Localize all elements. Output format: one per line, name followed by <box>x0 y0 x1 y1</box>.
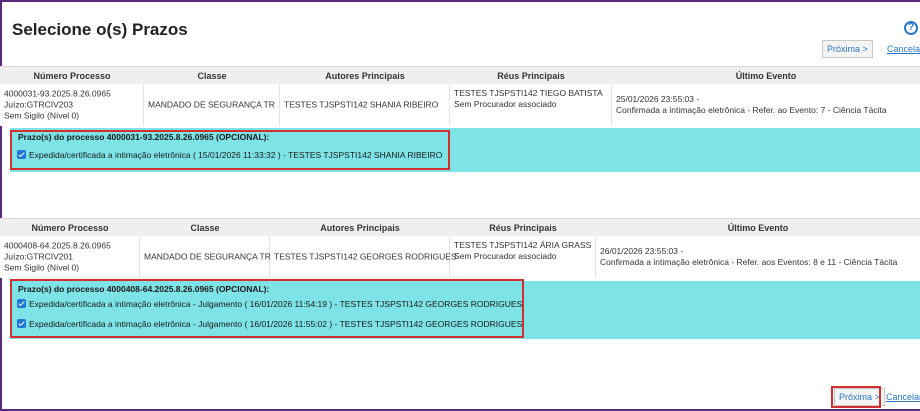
prazo-option-label: Expedida/certificada a intimação eletrôn… <box>29 299 523 309</box>
col-header-reus: Réus Principais <box>497 71 565 81</box>
prazo-option[interactable]: Expedida/certificada a intimação eletrôn… <box>17 150 442 164</box>
sigilo: Sem Sigilo (Nível 0) <box>4 262 80 273</box>
prazo-title: Prazo(s) do processo 4000408-64.2025.8.2… <box>18 284 270 294</box>
col-header-classe: Classe <box>197 71 227 81</box>
col-header-numero: Número Processo <box>31 223 109 233</box>
sigilo: Sem Sigilo (Nível 0) <box>4 110 80 121</box>
evento-descricao: Confirmada a intimação eletrônica - Refe… <box>616 105 887 115</box>
numero-processo-cell: 4000031-93.2025.8.26.0965 Juízo:GTRCIV20… <box>4 89 139 122</box>
cancel-button-bottom[interactable]: Cancelar <box>886 388 920 406</box>
checkbox-checked-icon[interactable] <box>17 150 26 159</box>
prazo-panel-2: Prazo(s) do processo 4000408-64.2025.8.2… <box>10 281 920 339</box>
prazo-title: Prazo(s) do processo 4000031-93.2025.8.2… <box>18 132 270 142</box>
prazo-option-label: Expedida/certificada a intimação eletrôn… <box>29 150 443 160</box>
reus-cell: TESTES TJSPSTI142 TIEGO BATISTA <box>454 88 603 98</box>
autores-cell: TESTES TJSPSTI142 GEORGES RODRIGUES <box>274 251 457 262</box>
page-title: Selecione o(s) Prazos <box>12 20 188 39</box>
checkbox-checked-icon[interactable] <box>17 299 26 308</box>
numero-processo-cell: 4000408-64.2025.8.26.0965 Juízo:GTRCIV20… <box>4 241 135 274</box>
window-frame <box>0 0 920 411</box>
numero-processo: 4000408-64.2025.8.26.0965 <box>4 240 111 251</box>
prazo-panel-1: Prazo(s) do processo 4000031-93.2025.8.2… <box>10 128 920 172</box>
evento-descricao: Confirmada a intimação eletrônica - Refe… <box>600 257 898 267</box>
numero-processo: 4000031-93.2025.8.26.0965 <box>4 88 111 99</box>
prazo-option-label: Expedida/certificada a intimação eletrôn… <box>29 319 523 329</box>
evento-data: 26/01/2026 23:55:03 - <box>600 246 684 256</box>
classe-cell: MANDADO DE SEGURANÇA TR <box>148 99 275 110</box>
evento-data: 25/01/2026 23:55:03 - <box>616 94 700 104</box>
table-header-1: Número Processo Classe Autores Principai… <box>0 66 920 84</box>
table-row: 4000031-93.2025.8.26.0965 Juízo:GTRCIV20… <box>0 84 920 126</box>
reus-cell: TESTES TJSPSTI142 ÁRIA GRASS <box>454 240 592 250</box>
next-button-bottom[interactable]: Próxima > <box>834 388 885 406</box>
juizo: Juízo:GTRCIV201 <box>4 251 73 262</box>
prazo-option[interactable]: Expedida/certificada a intimação eletrôn… <box>17 319 522 333</box>
help-icon[interactable]: ? <box>904 21 918 35</box>
checkbox-checked-icon[interactable] <box>17 319 26 328</box>
col-header-reus: Réus Principais <box>489 223 557 233</box>
table-header-2: Número Processo Classe Autores Principai… <box>0 218 920 236</box>
col-header-numero: Número Processo <box>33 71 111 81</box>
autores-cell: TESTES TJSPSTI142 SHANIA RIBEIRO <box>284 99 439 110</box>
reus-procurador: Sem Procurador associado <box>454 99 557 109</box>
col-header-evento: Último Evento <box>727 223 789 233</box>
next-button-top[interactable]: Próxima > <box>822 40 873 58</box>
classe-cell: MANDADO DE SEGURANÇA TR <box>144 251 271 262</box>
col-header-evento: Último Evento <box>735 71 797 81</box>
col-header-autores: Autores Principais <box>325 71 405 81</box>
col-header-classe: Classe <box>190 223 220 233</box>
col-header-autores: Autores Principais <box>320 223 400 233</box>
juizo: Juízo:GTRCIV203 <box>4 99 73 110</box>
reus-procurador: Sem Procurador associado <box>454 251 557 261</box>
cancel-button-top[interactable]: Cancelar <box>887 40 920 58</box>
prazo-option[interactable]: Expedida/certificada a intimação eletrôn… <box>17 299 522 313</box>
table-row: 4000408-64.2025.8.26.0965 Juízo:GTRCIV20… <box>0 236 920 278</box>
